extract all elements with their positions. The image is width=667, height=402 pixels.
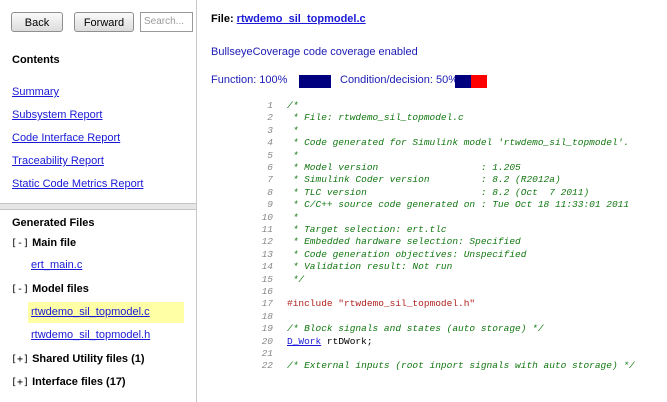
code-text: * Validation result: Not run	[287, 261, 453, 273]
search-input[interactable]: Search...	[140, 12, 193, 32]
line-number: 3	[267, 124, 273, 136]
static-code-metrics-report-link[interactable]: Static Code Metrics Report	[12, 178, 143, 190]
expand-toggle-icon[interactable]: [+]	[11, 354, 29, 365]
code-text: /* External inputs (root inport signals …	[287, 360, 635, 372]
group-label: Interface files (17)	[32, 376, 126, 388]
code-text: * Embedded hardware selection: Specified	[287, 236, 521, 248]
summary-link[interactable]: Summary	[12, 86, 59, 98]
code-text: * Code generation objectives: Unspecifie…	[287, 248, 527, 260]
line-number: 4	[267, 137, 273, 149]
line-number: 1	[267, 100, 273, 111]
code-text: *	[287, 124, 299, 136]
code-text: D_Work rtDWork;	[287, 335, 373, 347]
file-link-topmodel-c[interactable]: rtwdemo_sil_topmodel.c	[31, 306, 150, 318]
line-number: 6	[267, 162, 273, 173]
file-title-link[interactable]: rtwdemo_sil_topmodel.c	[237, 13, 366, 25]
line-number: 18	[261, 310, 273, 322]
covered-segment	[455, 75, 471, 88]
code-text: * Code generated for Simulink model 'rtw…	[287, 137, 630, 149]
code-symbol-link[interactable]: D_Work	[287, 336, 321, 347]
function-coverage-label: Function: 100%	[211, 74, 288, 86]
shared-utility-files-group[interactable]: [+] Shared Utility files (1)	[11, 353, 145, 365]
line-number: 19	[261, 323, 273, 335]
code-text: * C/C++ source code generated on : Tue O…	[287, 199, 630, 211]
code-text: * Model version : 1.205	[287, 162, 521, 173]
line-number: 7	[267, 174, 273, 186]
group-label: Main file	[32, 237, 77, 249]
function-coverage-bar	[299, 75, 331, 88]
generated-files-heading: Generated Files	[12, 217, 95, 229]
code-text: * TLC version : 8.2 (Oct 7 2011)	[287, 186, 590, 198]
line-number: 20	[261, 335, 273, 347]
code-text: /*	[287, 100, 299, 111]
main-file-group[interactable]: [-] Main file	[11, 237, 76, 249]
collapse-toggle-icon[interactable]: [-]	[11, 238, 29, 249]
code-text: * File: rtwdemo_sil_topmodel.c	[287, 112, 464, 124]
line-number: 11	[261, 224, 273, 235]
line-number: 9	[267, 199, 273, 211]
line-number: 16	[261, 286, 273, 297]
contents-heading: Contents	[12, 54, 60, 66]
group-label: Model files	[32, 283, 89, 295]
line-number: 15	[261, 273, 273, 285]
pane-splitter[interactable]	[0, 203, 196, 210]
file-link-topmodel-h[interactable]: rtwdemo_sil_topmodel.h	[31, 329, 150, 341]
line-number: 10	[261, 211, 273, 223]
code-text: /* Block signals and states (auto storag…	[287, 323, 544, 335]
line-number: 21	[261, 348, 273, 359]
contents-panel: Back Forward Search... Contents Summary …	[0, 0, 196, 203]
line-number: 22	[261, 360, 273, 372]
code-text: *	[287, 149, 299, 161]
file-link-ert-main-c[interactable]: ert_main.c	[31, 259, 82, 271]
collapse-toggle-icon[interactable]: [-]	[11, 284, 29, 295]
file-title-prefix: File:	[211, 13, 237, 25]
expand-toggle-icon[interactable]: [+]	[11, 377, 29, 388]
code-text: *	[287, 211, 299, 223]
coverage-status: BullseyeCoverage code coverage enabled	[211, 46, 418, 58]
code-text: * Target selection: ert.tlc	[287, 224, 447, 235]
covered-segment	[299, 75, 331, 88]
generated-files-panel: Generated Files [-] Main file ert_main.c …	[0, 210, 196, 402]
navigation-pane: Back Forward Search... Contents Summary …	[0, 0, 197, 402]
subsystem-report-link[interactable]: Subsystem Report	[12, 109, 102, 121]
line-number: 17	[261, 298, 273, 310]
interface-files-group[interactable]: [+] Interface files (17)	[11, 376, 126, 388]
line-number: 12	[261, 236, 273, 248]
line-number: 13	[261, 248, 273, 260]
file-title: File: rtwdemo_sil_topmodel.c	[211, 13, 366, 25]
model-files-group[interactable]: [-] Model files	[11, 283, 89, 295]
code-text: #include "rtwdemo_sil_topmodel.h"	[287, 298, 476, 310]
line-number: 8	[267, 186, 273, 198]
condition-coverage-label: Condition/decision: 50%	[340, 74, 459, 86]
code-view-pane: File: rtwdemo_sil_topmodel.c BullseyeCov…	[197, 0, 667, 402]
traceability-report-link[interactable]: Traceability Report	[12, 155, 104, 167]
code-interface-report-link[interactable]: Code Interface Report	[12, 132, 120, 144]
code-text: * Simulink Coder version : 8.2 (R2012a)	[287, 174, 561, 186]
group-label: Shared Utility files (1)	[32, 353, 145, 365]
back-button[interactable]: Back	[11, 12, 63, 32]
line-number: 14	[261, 261, 273, 273]
forward-button[interactable]: Forward	[74, 12, 134, 32]
line-number: 2	[267, 112, 273, 124]
uncovered-segment	[471, 75, 487, 88]
line-number: 5	[267, 149, 273, 161]
code-text: */	[287, 273, 305, 285]
condition-coverage-bar	[455, 75, 487, 88]
